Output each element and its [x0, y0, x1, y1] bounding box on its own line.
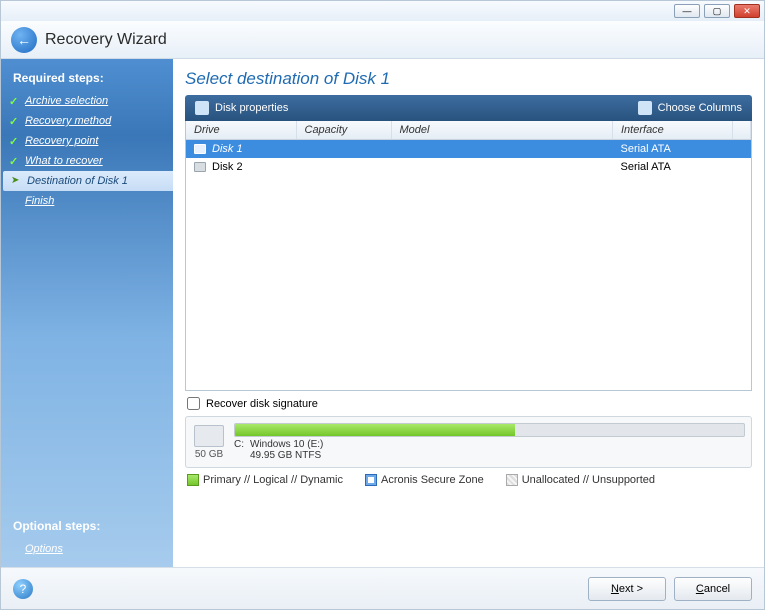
sidebar-spacer	[1, 211, 173, 515]
next-button[interactable]: Next >	[588, 577, 666, 601]
cancel-button[interactable]: Cancel	[674, 577, 752, 601]
table-row[interactable]: Disk 2 Serial ATA	[186, 158, 751, 176]
disk-table: Drive Capacity Model Interface Disk 1	[185, 121, 752, 391]
disk-usage-panel: 50 GB C: Windows 10 (E:) 49.95 GB NTFS	[185, 416, 752, 468]
close-button[interactable]: ✕	[734, 4, 760, 18]
swatch-grey-icon	[506, 474, 518, 486]
page-title: Recovery Wizard	[45, 31, 167, 49]
recover-disk-signature-checkbox[interactable]	[187, 397, 200, 410]
drive-name: Disk 2	[212, 161, 243, 173]
legend-secure-zone: Acronis Secure Zone	[365, 474, 484, 486]
drive-capacity	[296, 140, 391, 159]
required-steps-label: Required steps:	[1, 67, 173, 91]
choose-columns-button[interactable]: Choose Columns	[628, 101, 752, 115]
drive-name: Disk 1	[212, 143, 243, 155]
disk-icon	[194, 144, 206, 154]
col-model[interactable]: Model	[391, 121, 613, 140]
body: Required steps: Archive selection Recove…	[1, 59, 764, 567]
titlebar: — ▢ ✕	[1, 1, 764, 21]
usage-partition-info: 49.95 GB NTFS	[250, 450, 321, 461]
usage-partition-name: Windows 10 (E:)	[250, 439, 323, 450]
usage-fill-primary	[235, 424, 515, 436]
hard-disk-icon	[194, 425, 224, 447]
drive-model	[391, 158, 613, 176]
disk-properties-button[interactable]: Disk properties	[185, 101, 628, 115]
step-what-to-recover[interactable]: What to recover	[1, 151, 173, 171]
col-expand[interactable]	[733, 121, 751, 140]
main-panel: Select destination of Disk 1 Disk proper…	[173, 59, 764, 567]
col-capacity[interactable]: Capacity	[296, 121, 391, 140]
step-recovery-method[interactable]: Recovery method	[1, 111, 173, 131]
usage-graph[interactable]	[234, 423, 745, 437]
disk-properties-label: Disk properties	[215, 102, 288, 114]
step-options[interactable]: Options	[1, 539, 173, 559]
step-recovery-point[interactable]: Recovery point	[1, 131, 173, 151]
cancel-label-rest: ancel	[704, 583, 730, 595]
swatch-blue-icon	[365, 474, 377, 486]
main-title: Select destination of Disk 1	[185, 69, 752, 89]
maximize-button[interactable]: ▢	[704, 4, 730, 18]
choose-columns-label: Choose Columns	[658, 102, 742, 114]
disk-toolbar: Disk properties Choose Columns	[185, 95, 752, 121]
drive-model	[391, 140, 613, 159]
help-icon: ?	[20, 582, 27, 596]
disk-total-size: 50 GB	[195, 449, 223, 460]
recovery-wizard-window: — ▢ ✕ ← Recovery Wizard Required steps: …	[0, 0, 765, 610]
back-button[interactable]: ←	[11, 27, 37, 53]
drive-interface: Serial ATA	[613, 158, 733, 176]
drive-capacity	[296, 158, 391, 176]
properties-icon	[195, 101, 209, 115]
disk-icon	[194, 162, 206, 172]
col-interface[interactable]: Interface	[613, 121, 733, 140]
recover-disk-signature[interactable]: Recover disk signature	[185, 391, 752, 416]
step-destination[interactable]: Destination of Disk 1	[3, 171, 173, 191]
help-button[interactable]: ?	[13, 579, 33, 599]
table-row[interactable]: Disk 1 Serial ATA	[186, 140, 751, 159]
legend-unallocated: Unallocated // Unsupported	[506, 474, 655, 486]
arrow-left-icon: ←	[17, 32, 31, 48]
col-drive[interactable]: Drive	[186, 121, 296, 140]
legend-primary: Primary // Logical // Dynamic	[187, 474, 343, 486]
drive-interface: Serial ATA	[613, 140, 733, 159]
next-label-rest: ext >	[619, 583, 643, 595]
swatch-green-icon	[187, 474, 199, 486]
table-header-row: Drive Capacity Model Interface	[186, 121, 751, 140]
legend: Primary // Logical // Dynamic Acronis Se…	[185, 468, 752, 494]
usage-disk-icon-block: 50 GB	[192, 425, 226, 460]
step-archive-selection[interactable]: Archive selection	[1, 91, 173, 111]
step-finish[interactable]: Finish	[1, 191, 173, 211]
footer: ? Next > Cancel	[1, 567, 764, 609]
usage-track: C: Windows 10 (E:) 49.95 GB NTFS	[234, 423, 745, 461]
sidebar: Required steps: Archive selection Recove…	[1, 59, 173, 567]
minimize-button[interactable]: —	[674, 4, 700, 18]
header: ← Recovery Wizard	[1, 21, 764, 59]
recover-disk-signature-label: Recover disk signature	[206, 398, 318, 410]
usage-drive-letter: C:	[234, 439, 244, 461]
optional-steps-label: Optional steps:	[1, 515, 173, 539]
columns-icon	[638, 101, 652, 115]
